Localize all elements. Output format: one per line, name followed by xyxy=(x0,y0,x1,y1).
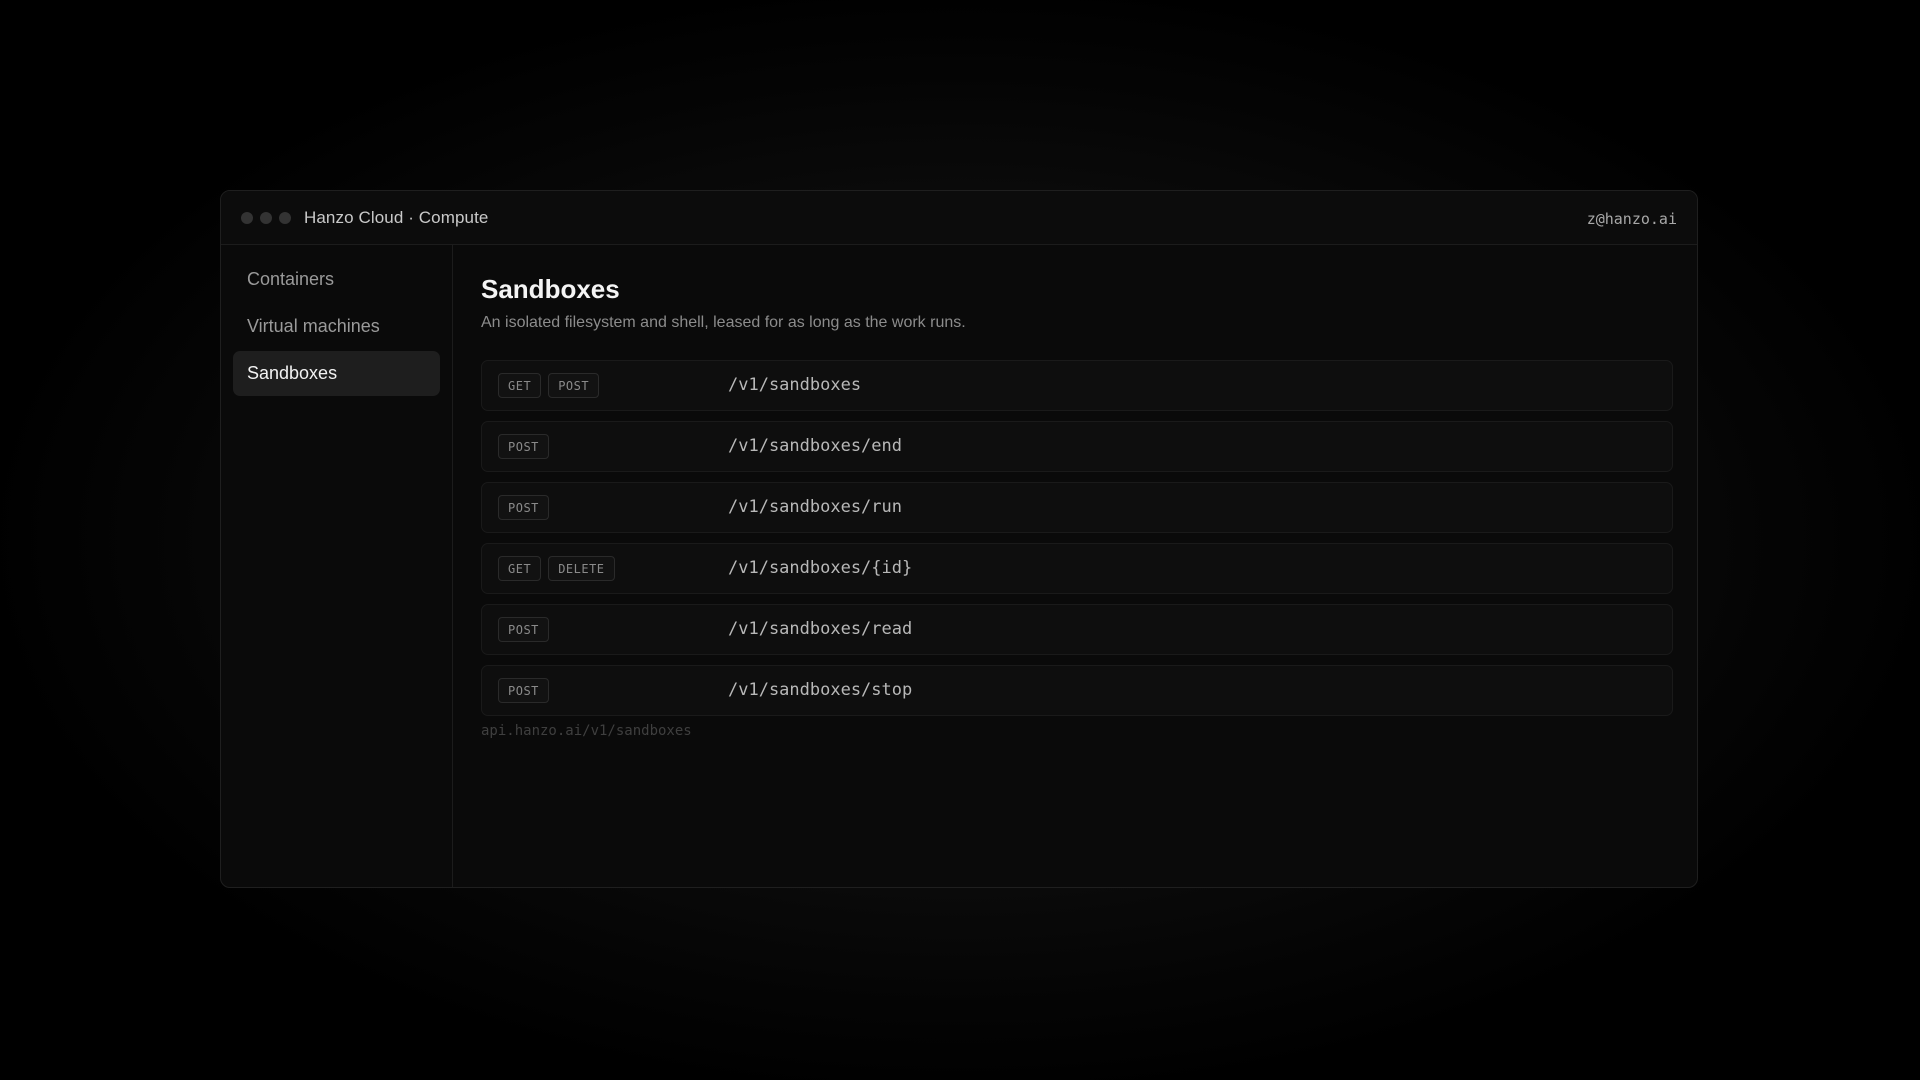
endpoint-row[interactable]: POST /v1/sandboxes/end xyxy=(481,421,1673,472)
endpoint-path: /v1/sandboxes/stop xyxy=(728,680,913,700)
sidebar-item-containers[interactable]: Containers xyxy=(233,257,440,302)
method-badges: GET POST xyxy=(498,373,600,398)
base-url: api.hanzo.ai/v1/sandboxes xyxy=(481,723,692,739)
method-badge-post: POST xyxy=(498,678,549,703)
endpoint-row[interactable]: POST /v1/sandboxes/read xyxy=(481,604,1673,655)
endpoint-path: /v1/sandboxes xyxy=(728,375,862,395)
title-bar: Hanzo Cloud · Compute z@hanzo.ai xyxy=(221,191,1697,245)
app-window: Hanzo Cloud · Compute z@hanzo.ai Contain… xyxy=(220,190,1698,888)
sidebar-item-virtual-machines[interactable]: Virtual machines xyxy=(233,304,440,349)
endpoint-row[interactable]: GET POST /v1/sandboxes xyxy=(481,360,1673,411)
method-badge-post: POST xyxy=(498,434,549,459)
main-content: Sandboxes An isolated filesystem and she… xyxy=(481,245,1673,739)
method-badges: POST xyxy=(498,434,549,459)
endpoint-path: /v1/sandboxes/end xyxy=(728,436,902,456)
endpoint-row[interactable]: POST /v1/sandboxes/stop xyxy=(481,665,1673,716)
page-title: Sandboxes xyxy=(481,274,620,304)
method-badges: GET DELETE xyxy=(498,556,615,581)
close-window-dot[interactable] xyxy=(241,212,253,224)
method-badge-post: POST xyxy=(498,495,549,520)
minimize-window-dot[interactable] xyxy=(260,212,272,224)
endpoint-list: GET POST /v1/sandboxes POST /v1/sandboxe… xyxy=(481,360,1673,716)
endpoint-path: /v1/sandboxes/read xyxy=(728,619,913,639)
sidebar: Containers Virtual machines Sandboxes xyxy=(221,245,453,887)
method-badge-get: GET xyxy=(498,373,542,398)
method-badge-get: GET xyxy=(498,556,542,581)
endpoint-row[interactable]: GET DELETE /v1/sandboxes/{id} xyxy=(481,543,1673,594)
app-title: Hanzo Cloud · Compute xyxy=(304,208,489,227)
endpoint-row[interactable]: POST /v1/sandboxes/run xyxy=(481,482,1673,533)
method-badge-post: POST xyxy=(548,373,600,398)
sidebar-item-sandboxes[interactable]: Sandboxes xyxy=(233,351,440,396)
method-badge-post: POST xyxy=(498,617,549,642)
method-badges: POST xyxy=(498,495,549,520)
endpoint-path: /v1/sandboxes/{id} xyxy=(728,558,913,578)
maximize-window-dot[interactable] xyxy=(279,212,291,224)
user-email[interactable]: z@hanzo.ai xyxy=(1587,210,1677,228)
method-badges: POST xyxy=(498,617,549,642)
window-controls xyxy=(241,212,291,224)
page-subtitle: An isolated filesystem and shell, leased… xyxy=(481,314,966,331)
method-badges: POST xyxy=(498,678,549,703)
method-badge-delete: DELETE xyxy=(548,556,615,581)
endpoint-path: /v1/sandboxes/run xyxy=(728,497,902,517)
